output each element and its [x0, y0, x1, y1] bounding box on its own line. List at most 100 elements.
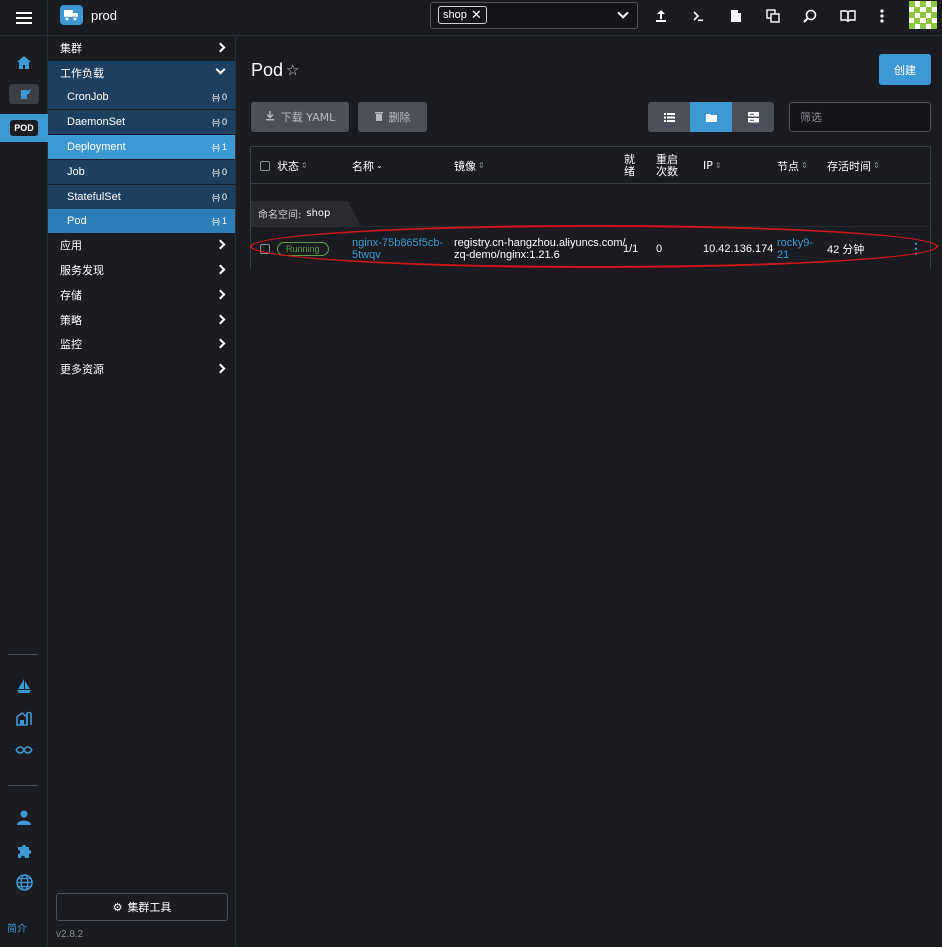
- group-value: shop: [306, 208, 331, 219]
- restarts-cell: 0: [656, 242, 663, 255]
- chevron-right-icon: [215, 239, 226, 250]
- column-node[interactable]: 节点 ⇕: [777, 147, 808, 184]
- column-ready[interactable]: 就 绪: [624, 147, 635, 184]
- pod-nav-item[interactable]: POD: [0, 114, 48, 142]
- flat-list-button[interactable]: [648, 102, 690, 132]
- nav-item-count: {=} 0: [211, 117, 227, 127]
- app-rail: POD 简介: [0, 36, 48, 947]
- sort-icon: ⇕: [301, 161, 308, 170]
- top-header: prod shop ✕: [0, 0, 942, 36]
- group-label: 命名空间:: [258, 210, 302, 221]
- group-by-namespace-button[interactable]: [690, 102, 732, 132]
- nav-item-deployment[interactable]: Deployment {=} 1: [48, 135, 235, 159]
- farm-icon[interactable]: [0, 708, 48, 728]
- sailboat-icon[interactable]: [0, 676, 48, 696]
- nav-item-label: Pod: [67, 215, 87, 227]
- more-vertical-icon: ⋮: [909, 240, 923, 256]
- nav-item-statefulset[interactable]: StatefulSet {=} 0: [48, 185, 235, 209]
- download-yaml-button[interactable]: 下载 YAML: [251, 102, 349, 132]
- nav-group-label: 应用: [60, 239, 82, 252]
- nav-group-storage[interactable]: 存储: [48, 283, 235, 307]
- file-icon[interactable]: [726, 6, 746, 26]
- nav-group-apps[interactable]: 应用: [48, 233, 235, 257]
- sort-icon: ⇕: [801, 161, 808, 170]
- user-avatar[interactable]: [909, 1, 937, 29]
- namespace-chip[interactable]: shop ✕: [438, 6, 487, 24]
- nav-group-label: 服务发现: [60, 264, 104, 277]
- status-cell: Running: [277, 227, 329, 270]
- chevron-right-icon: [215, 338, 226, 349]
- namespace-scope-icon: {=}: [211, 142, 220, 152]
- side-nav: 集群 工作负载 CronJob {=} 0 DaemonSet {=} 0 Depl…: [48, 36, 236, 947]
- row-checkbox[interactable]: [260, 227, 270, 270]
- more-vertical-icon[interactable]: [872, 6, 892, 26]
- sort-down-icon: ⌄: [376, 161, 383, 170]
- namespace-scope-icon: {=}: [211, 216, 220, 226]
- column-image[interactable]: 镜像 ⇕: [454, 147, 485, 184]
- extension-icon[interactable]: [0, 840, 48, 860]
- cluster-name[interactable]: prod: [91, 8, 117, 23]
- fleet-icon[interactable]: [0, 740, 48, 760]
- nav-item-cronjob[interactable]: CronJob {=} 0: [48, 85, 235, 109]
- nav-group-more-resources[interactable]: 更多资源: [48, 357, 235, 381]
- age-cell: 42 分钟: [827, 243, 865, 256]
- nav-group-policy[interactable]: 策略: [48, 308, 235, 332]
- row-actions-button[interactable]: ⋮: [909, 227, 923, 270]
- cluster-explorer-icon[interactable]: [0, 82, 48, 106]
- nav-group-service-discovery[interactable]: 服务发现: [48, 258, 235, 282]
- globe-icon[interactable]: [0, 872, 48, 892]
- chevron-right-icon: [215, 42, 226, 53]
- node-link[interactable]: rocky9- 21: [777, 227, 813, 270]
- group-by-node-button[interactable]: [732, 102, 774, 132]
- filter-input[interactable]: [789, 102, 931, 132]
- column-restarts[interactable]: 重启 次数: [656, 147, 678, 184]
- star-icon[interactable]: ☆: [286, 61, 299, 79]
- version-label: v2.8.2: [56, 929, 84, 940]
- column-status[interactable]: 状态 ⇕: [277, 147, 308, 184]
- ip-cell: 10.42.136.174: [703, 242, 774, 255]
- nav-group-label: 集群: [60, 42, 82, 55]
- main-content: Pod ☆ 创建 下载 YAML 删除 状态⇕ 名称⌄: [236, 36, 942, 947]
- nav-group-workload[interactable]: 工作负载: [48, 61, 235, 85]
- namespace-group-row: 命名空间: shop: [251, 184, 930, 226]
- column-name[interactable]: 名称 ⌄: [352, 147, 383, 184]
- cluster-tools-label: 集群工具: [127, 901, 172, 914]
- chevron-down-icon[interactable]: [617, 7, 629, 19]
- pod-table: 状态 ⇕ 名称 ⌄ 镜像 ⇕ 就 绪 重启 次数 IP ⇕ 节点 ⇕ 存活时间 …: [250, 146, 931, 269]
- menu-button[interactable]: [0, 0, 48, 36]
- copy-icon[interactable]: [763, 6, 783, 26]
- user-icon[interactable]: [0, 807, 48, 827]
- nav-item-daemonset[interactable]: DaemonSet {=} 0: [48, 110, 235, 134]
- group-by-toggle: [648, 102, 774, 132]
- delete-label: 删除: [388, 111, 411, 124]
- cluster-logo-icon[interactable]: [60, 5, 83, 25]
- pod-name-link[interactable]: nginx-75b865f5cb- 5twqv: [352, 227, 443, 270]
- home-icon[interactable]: [0, 52, 48, 72]
- upload-icon[interactable]: [651, 6, 671, 26]
- chevron-down-icon: [215, 64, 226, 75]
- namespace-scope-icon: {=}: [211, 117, 220, 127]
- nav-group-cluster[interactable]: 集群: [48, 36, 235, 60]
- nav-group-monitoring[interactable]: 监控: [48, 332, 235, 356]
- table-row: Running nginx-75b865f5cb- 5twqv registry…: [251, 226, 930, 269]
- nav-item-pod[interactable]: Pod {=} 1: [48, 209, 235, 233]
- create-button[interactable]: 创建: [879, 54, 931, 85]
- select-all-checkbox[interactable]: [260, 147, 270, 184]
- column-age[interactable]: 存活时间 ⇕: [827, 147, 880, 184]
- column-ip[interactable]: IP ⇕: [703, 147, 722, 184]
- nav-group-label: 监控: [60, 338, 82, 351]
- cluster-tools-button[interactable]: ⚙ 集群工具: [56, 893, 228, 921]
- terminal-icon[interactable]: [688, 6, 708, 26]
- search-icon[interactable]: [800, 6, 820, 26]
- namespace-group-tab: 命名空间: shop: [251, 201, 361, 226]
- delete-button[interactable]: 删除: [358, 102, 427, 132]
- ready-cell: 1/1: [623, 242, 639, 255]
- about-link[interactable]: 简介: [7, 920, 27, 935]
- nav-group-label: 存储: [60, 289, 82, 302]
- book-icon[interactable]: [838, 6, 858, 26]
- nav-item-job[interactable]: Job {=} 0: [48, 160, 235, 184]
- namespace-select[interactable]: shop ✕: [430, 2, 638, 29]
- chevron-right-icon: [215, 363, 226, 374]
- nav-group-label: 策略: [60, 314, 82, 327]
- close-icon[interactable]: ✕: [471, 9, 482, 22]
